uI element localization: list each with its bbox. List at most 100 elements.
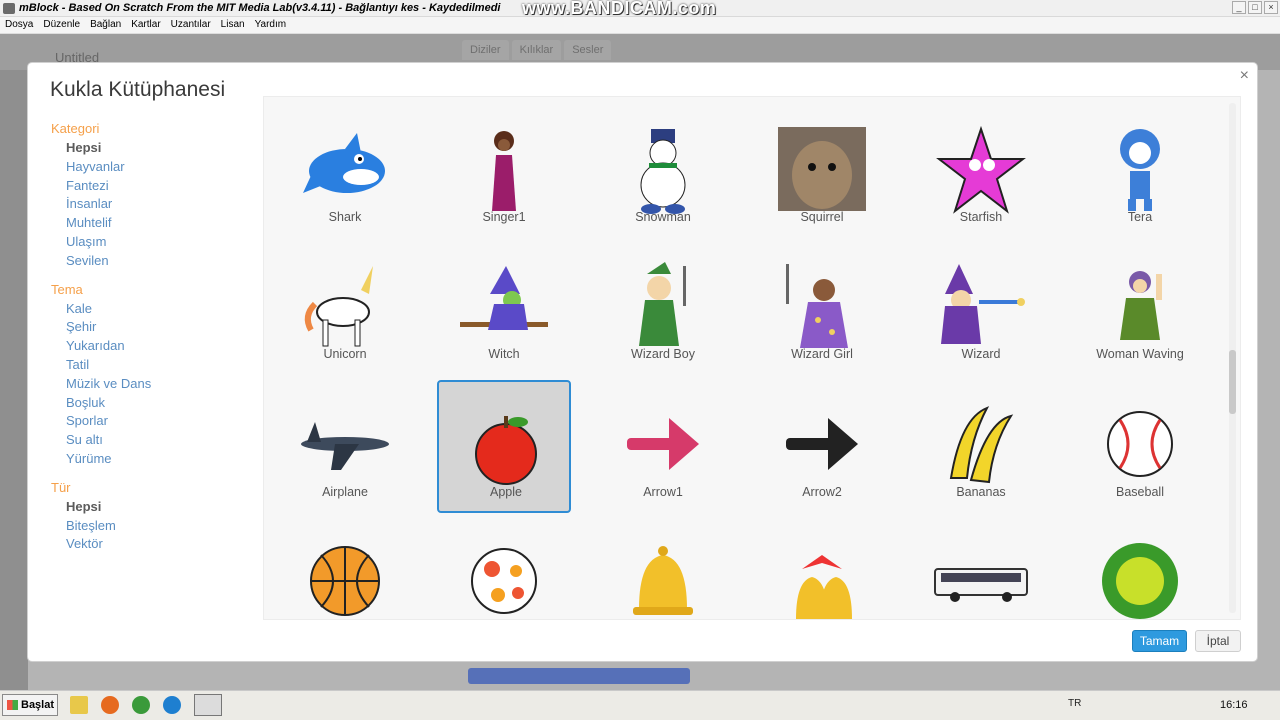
filter-item[interactable]: Boşluk	[28, 394, 258, 413]
starfish-icon	[931, 123, 1031, 215]
start-label: Başlat	[21, 699, 55, 711]
language-indicator[interactable]: TR	[1068, 698, 1081, 709]
sprite-tile[interactable]: Tera	[1073, 105, 1207, 238]
sprite-tile[interactable]	[755, 517, 889, 619]
editor-tabs: Diziler Kılıklar Sesler	[462, 40, 612, 60]
sprite-label: Unicorn	[323, 347, 367, 361]
bananas-icon	[931, 398, 1031, 490]
sprite-tile[interactable]: Starfish	[914, 105, 1048, 238]
filter-item[interactable]: Vektör	[28, 535, 258, 554]
ie-icon[interactable]	[163, 696, 181, 714]
sprite-tile[interactable]: Witch	[437, 242, 571, 375]
filter-item[interactable]: Su altı	[28, 431, 258, 450]
filter-sidebar: Kategori Hepsi Hayvanlar Fantezi İnsanlar Muh…	[28, 119, 258, 563]
menu-uzantilar[interactable]: Uzantılar	[166, 17, 216, 33]
menu-duzenle[interactable]: Düzenle	[38, 17, 85, 33]
filter-item[interactable]: Biteşlem	[28, 517, 258, 536]
sprite-tile[interactable]: Wizard Boy	[596, 242, 730, 375]
filter-item[interactable]: Kale	[28, 300, 258, 319]
menu-yardim[interactable]: Yardım	[250, 17, 292, 33]
sprite-tile[interactable]: Airplane	[278, 380, 412, 513]
filter-item[interactable]: Hepsi	[28, 139, 258, 158]
tab-costumes[interactable]: Kılıklar	[511, 40, 562, 60]
filter-item[interactable]: Sporlar	[28, 412, 258, 431]
cancel-button[interactable]: İptal	[1195, 630, 1241, 652]
sprite-tile[interactable]: Arrow1	[596, 380, 730, 513]
filter-item[interactable]: İnsanlar	[28, 195, 258, 214]
menu-baglan[interactable]: Bağlan	[85, 17, 126, 33]
sprite-tile[interactable]: Shark	[278, 105, 412, 238]
menu-dosya[interactable]: Dosya	[0, 17, 38, 33]
sprite-label: Witch	[488, 347, 520, 361]
bells-icon	[772, 535, 872, 619]
maximize-button[interactable]: □	[1248, 1, 1262, 14]
sprite-tile[interactable]: Singer1	[437, 105, 571, 238]
taskbar: Başlat TR 16:16	[0, 690, 1280, 720]
minimize-button[interactable]: _	[1232, 1, 1246, 14]
sprite-tile[interactable]: Bananas	[914, 380, 1048, 513]
sprite-tile[interactable]	[1073, 517, 1207, 619]
sprite-tile[interactable]: Snowman	[596, 105, 730, 238]
sprite-label: Wizard Girl	[791, 347, 853, 361]
filter-item[interactable]: Yukarıdan	[28, 337, 258, 356]
filter-item[interactable]: Yürüme	[28, 450, 258, 469]
sprite-tile[interactable]: Woman Waving	[1073, 242, 1207, 375]
filter-item[interactable]: Hayvanlar	[28, 158, 258, 177]
ok-button[interactable]: Tamam	[1132, 630, 1187, 652]
sprite-tile[interactable]: Baseball	[1073, 380, 1207, 513]
sprite-label: Bananas	[956, 485, 1006, 499]
windows-flag-icon	[7, 700, 18, 710]
script-block	[468, 668, 690, 684]
menu-lisan[interactable]: Lisan	[216, 17, 250, 33]
menu-kartlar[interactable]: Kartlar	[126, 17, 165, 33]
filter-item[interactable]: Ulaşım	[28, 233, 258, 252]
apple-icon	[456, 400, 556, 492]
grid-scrollbar[interactable]	[1229, 103, 1236, 613]
filter-item[interactable]: Hepsi	[28, 498, 258, 517]
mblock-task-button[interactable]	[194, 694, 222, 716]
sprite-label: Singer1	[482, 210, 526, 224]
bell-icon	[613, 535, 713, 619]
chrome-icon[interactable]	[132, 696, 150, 714]
sprite-tile[interactable]: Arrow2	[755, 380, 889, 513]
sprite-tile[interactable]: Unicorn	[278, 242, 412, 375]
filter-item[interactable]: Muhtelif	[28, 214, 258, 233]
filter-item[interactable]: Sevilen	[28, 252, 258, 271]
close-icon[interactable]: ×	[1240, 67, 1249, 85]
filter-item[interactable]: Fantezi	[28, 177, 258, 196]
filter-item[interactable]: Şehir	[28, 318, 258, 337]
squirrel-icon	[772, 123, 872, 215]
arrow2-icon	[772, 398, 872, 490]
scrollbar-thumb[interactable]	[1229, 350, 1236, 414]
sprite-tile[interactable]	[596, 517, 730, 619]
filter-group-heading: Tema	[51, 281, 83, 297]
quick-launch	[70, 696, 181, 714]
wizard-icon	[931, 260, 1031, 352]
bus-icon	[931, 535, 1031, 619]
sprite-grid-area: Shark Singer1 Snowman Squirrel Starfish Tera U…	[263, 96, 1241, 620]
sprite-tile[interactable]	[278, 517, 412, 619]
sprite-tile[interactable]	[437, 517, 571, 619]
menubar: Dosya Düzenle Bağlan Kartlar Uzantılar L…	[0, 17, 1280, 34]
sprite-tile[interactable]: Apple	[437, 380, 571, 513]
filter-item[interactable]: Müzik ve Dans	[28, 375, 258, 394]
unicorn-icon	[295, 260, 395, 352]
sprite-tile[interactable]	[914, 517, 1048, 619]
tab-sounds[interactable]: Sesler	[564, 40, 612, 60]
sprite-label: Apple	[490, 485, 522, 499]
sprite-tile[interactable]: Wizard	[914, 242, 1048, 375]
firefox-icon[interactable]	[101, 696, 119, 714]
singer-icon	[454, 123, 554, 215]
sprite-tile[interactable]: Wizard Girl	[755, 242, 889, 375]
sprite-label: Airplane	[322, 485, 368, 499]
sprite-label: Snowman	[635, 210, 691, 224]
sprite-tile[interactable]: Squirrel	[755, 105, 889, 238]
window-controls: _ □ ×	[1232, 1, 1278, 14]
close-window-button[interactable]: ×	[1264, 1, 1278, 14]
folder-icon[interactable]	[70, 696, 88, 714]
beachball-icon	[454, 535, 554, 619]
start-button[interactable]: Başlat	[2, 694, 58, 716]
tab-scripts[interactable]: Diziler	[462, 40, 509, 60]
sprite-label: Arrow1	[643, 485, 683, 499]
filter-item[interactable]: Tatil	[28, 356, 258, 375]
